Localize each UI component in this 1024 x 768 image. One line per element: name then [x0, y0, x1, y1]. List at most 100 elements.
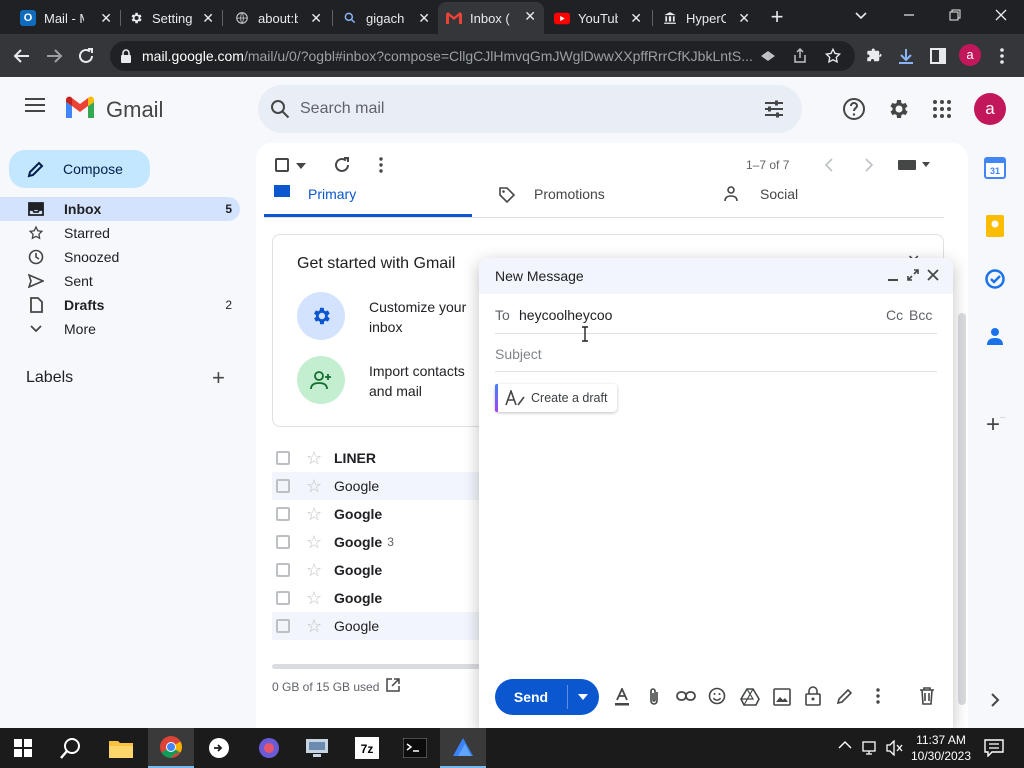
- email-row[interactable]: ☆ Google 3: [272, 528, 492, 556]
- refresh-icon[interactable]: [333, 156, 351, 174]
- insert-link-icon[interactable]: [676, 690, 696, 702]
- browser-menu-icon[interactable]: [990, 44, 1014, 68]
- star-icon[interactable]: ☆: [306, 476, 322, 497]
- confidential-mode-icon[interactable]: [805, 686, 821, 706]
- email-checkbox[interactable]: [276, 535, 290, 549]
- close-tab-icon[interactable]: ✕: [310, 10, 322, 27]
- customize-gear-icon[interactable]: [297, 292, 345, 340]
- tab-primary[interactable]: Primary: [264, 185, 472, 217]
- close-tab-icon[interactable]: ✕: [630, 10, 642, 27]
- prev-page-icon[interactable]: [824, 158, 834, 172]
- close-compose-icon[interactable]: [927, 269, 939, 281]
- more-options-icon[interactable]: [379, 157, 383, 173]
- sidebar-item-snoozed[interactable]: Snoozed: [0, 245, 240, 269]
- help-icon[interactable]: [842, 97, 866, 121]
- expand-side-panel-icon[interactable]: [990, 693, 1000, 707]
- star-icon[interactable]: ☆: [306, 532, 322, 553]
- minimize-compose-icon[interactable]: [887, 270, 899, 282]
- to-input[interactable]: heycoolheycoo: [519, 307, 612, 323]
- tasks-icon[interactable]: [985, 269, 1005, 289]
- address-bar[interactable]: mail.google.com/mail/u/0/?ogbl#inbox?com…: [110, 41, 855, 71]
- search-filter-icon[interactable]: [764, 99, 784, 119]
- star-icon[interactable]: ☆: [306, 504, 322, 525]
- gmail-logo-text[interactable]: Gmail: [106, 97, 163, 123]
- windows-start-icon[interactable]: [0, 728, 46, 768]
- star-icon[interactable]: ☆: [306, 588, 322, 609]
- close-tab-icon[interactable]: ✕: [100, 10, 112, 27]
- forward-icon[interactable]: [42, 44, 66, 68]
- minimize-window-icon[interactable]: [902, 8, 916, 22]
- contacts-icon[interactable]: [987, 327, 1003, 345]
- fullscreen-compose-icon[interactable]: [907, 269, 919, 281]
- email-row[interactable]: ☆ Google: [272, 612, 492, 640]
- add-person-icon[interactable]: [297, 356, 345, 404]
- volume-muted-icon[interactable]: [886, 740, 904, 756]
- chrome-taskbar-icon[interactable]: [148, 728, 194, 768]
- network-icon[interactable]: [862, 740, 880, 756]
- side-panel-icon[interactable]: [926, 44, 950, 68]
- to-field[interactable]: To heycoolheycoo Cc Bcc: [495, 294, 937, 334]
- google-drive-icon[interactable]: [740, 688, 760, 706]
- email-checkbox[interactable]: [276, 507, 290, 521]
- email-row[interactable]: ☆ LINER: [272, 444, 492, 472]
- email-row[interactable]: ☆ Google: [272, 500, 492, 528]
- compose-header[interactable]: New Message: [479, 258, 953, 294]
- subject-field[interactable]: Subject: [495, 334, 937, 372]
- horizontal-scrollbar[interactable]: [272, 664, 480, 669]
- input-tools-keyboard-icon[interactable]: [898, 159, 932, 171]
- email-row[interactable]: ☆ Google: [272, 584, 492, 612]
- close-tab-icon[interactable]: ✕: [738, 10, 750, 27]
- star-icon[interactable]: ☆: [306, 616, 322, 637]
- lock-icon[interactable]: [120, 49, 132, 63]
- tab-hyperc[interactable]: HyperC ✕: [654, 4, 758, 32]
- tray-chevron-up-icon[interactable]: [838, 740, 852, 750]
- send-options-dropdown-icon[interactable]: [578, 694, 588, 700]
- open-external-icon[interactable]: [386, 678, 400, 692]
- attach-file-icon[interactable]: [647, 687, 661, 707]
- signature-pen-icon[interactable]: [836, 687, 854, 705]
- share-icon[interactable]: [792, 48, 808, 64]
- star-icon[interactable]: ☆: [306, 448, 322, 469]
- account-avatar[interactable]: a: [974, 93, 1006, 125]
- email-checkbox[interactable]: [276, 451, 290, 465]
- sidebar-item-drafts[interactable]: Drafts 2: [0, 293, 240, 317]
- main-menu-icon[interactable]: [24, 97, 46, 113]
- email-row[interactable]: ☆ Google: [272, 556, 492, 584]
- download-icon[interactable]: [894, 44, 918, 68]
- insert-photo-icon[interactable]: [773, 688, 791, 706]
- cc-bcc-link[interactable]: Cc Bcc: [886, 307, 932, 323]
- tab-search[interactable]: gigach ✕: [334, 4, 438, 32]
- close-tab-icon[interactable]: ✕: [202, 10, 214, 27]
- star-icon[interactable]: ☆: [306, 560, 322, 581]
- vertical-scrollbar[interactable]: [958, 313, 966, 705]
- tab-gmail-inbox[interactable]: Inbox ( ✕: [438, 2, 544, 34]
- search-icon[interactable]: [270, 99, 290, 119]
- tab-promotions[interactable]: Promotions: [472, 185, 698, 217]
- add-addon-icon[interactable]: +: [986, 413, 1001, 437]
- terminal-icon[interactable]: [392, 728, 438, 768]
- keep-icon[interactable]: [986, 215, 1004, 237]
- search-input[interactable]: Search mail: [300, 100, 384, 118]
- sidebar-item-sent[interactable]: Sent: [0, 269, 240, 293]
- taskbar-search-icon[interactable]: [48, 728, 94, 768]
- tab-search-chevron-icon[interactable]: [854, 8, 868, 22]
- tab-about-blank[interactable]: about:b ✕: [226, 4, 330, 32]
- formatting-options-icon[interactable]: [613, 688, 631, 706]
- taskbar-clock[interactable]: 11:37 AM 10/30/2023: [908, 732, 974, 764]
- tab-youtube[interactable]: YouTub ✕: [546, 4, 650, 32]
- reload-icon[interactable]: [74, 44, 98, 68]
- remote-desktop-icon[interactable]: [294, 728, 340, 768]
- import-contacts-link[interactable]: Import contacts and mail: [369, 361, 479, 401]
- insert-emoji-icon[interactable]: [708, 687, 726, 705]
- notification-center-icon[interactable]: [984, 739, 1004, 757]
- create-draft-chip[interactable]: Create a draft: [495, 384, 617, 412]
- close-tab-icon[interactable]: ✕: [418, 10, 430, 27]
- sidebar-item-inbox[interactable]: Inbox 5: [0, 197, 240, 221]
- tab-outlook[interactable]: O Mail - M ✕: [12, 4, 120, 32]
- bookmark-star-icon[interactable]: [824, 47, 842, 65]
- discard-draft-trash-icon[interactable]: [919, 687, 935, 705]
- extensions-icon[interactable]: [862, 44, 886, 68]
- media-app-icon[interactable]: [196, 728, 242, 768]
- email-checkbox[interactable]: [276, 479, 290, 493]
- back-icon[interactable]: [10, 44, 34, 68]
